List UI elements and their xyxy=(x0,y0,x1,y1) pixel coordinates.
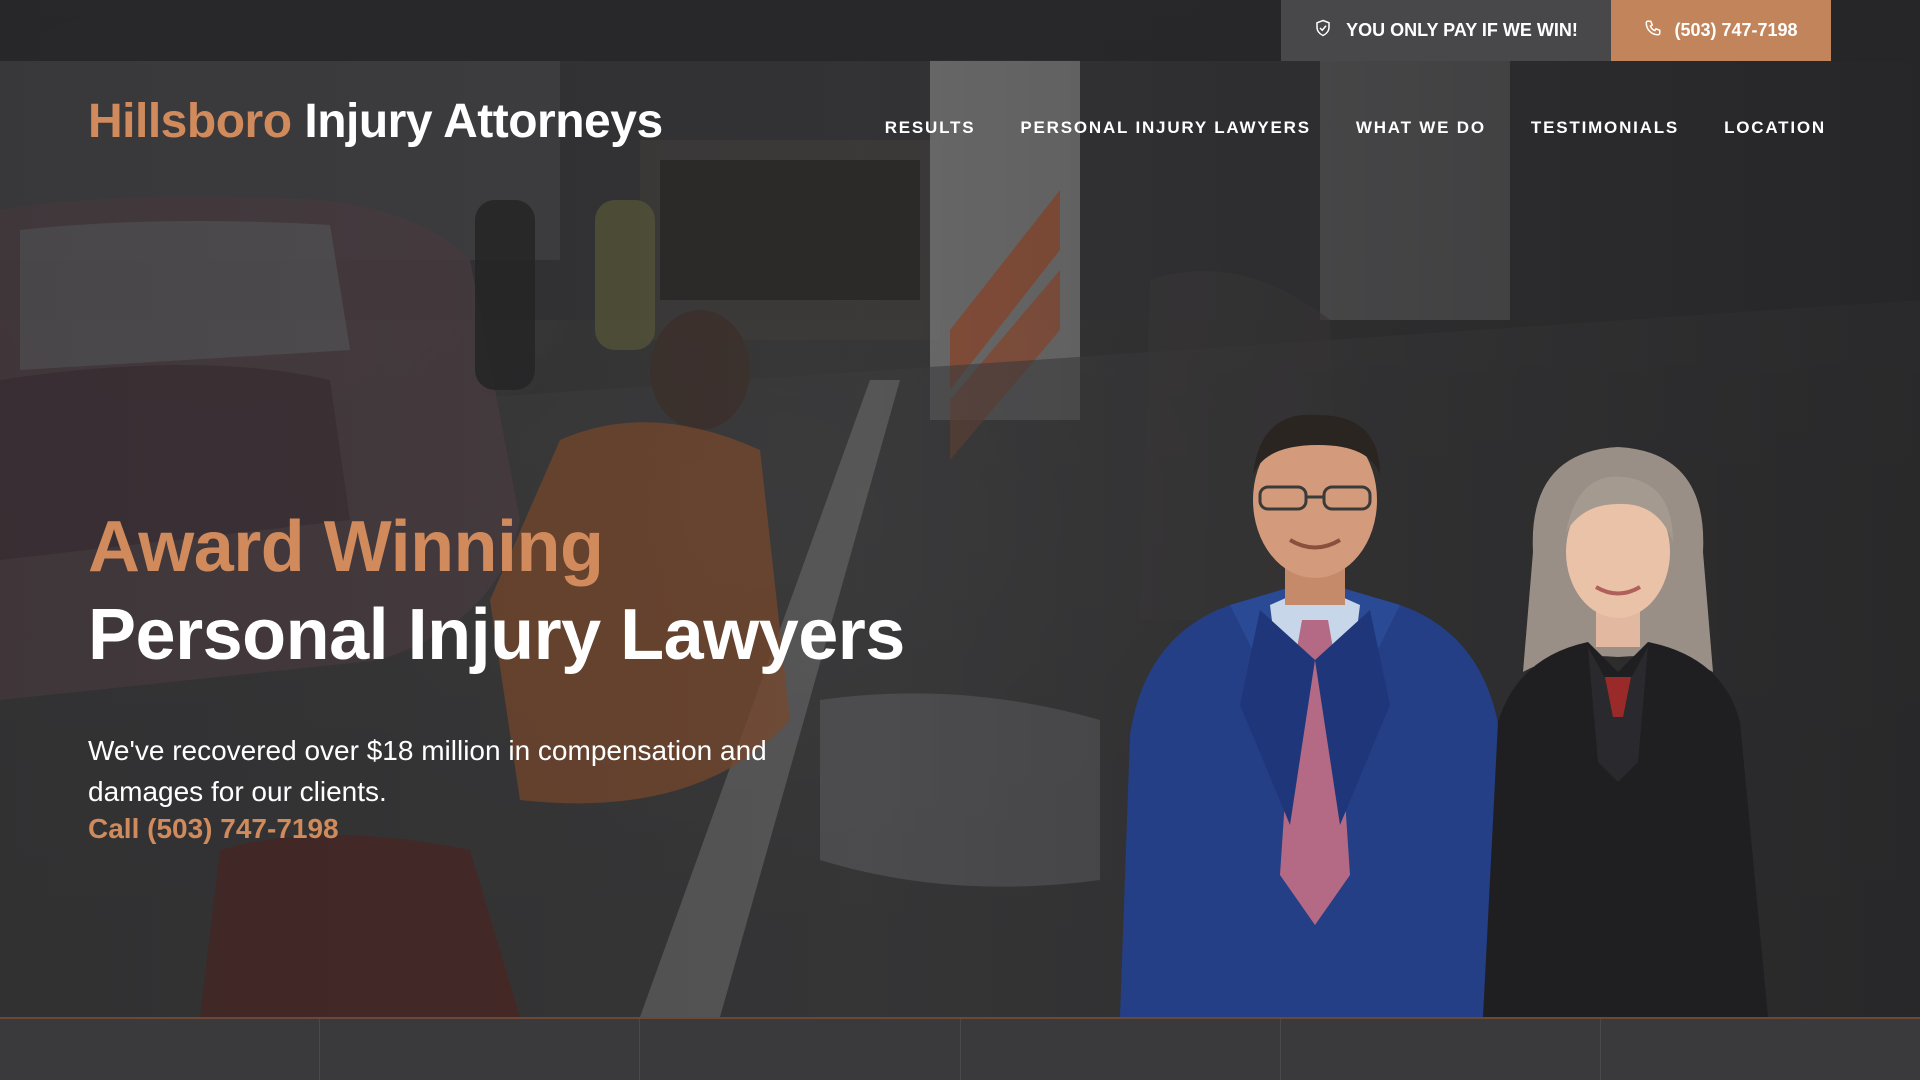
strip-cell xyxy=(0,1019,321,1080)
hero-subtext: We've recovered over $18 million in comp… xyxy=(88,735,767,807)
hero-headline-main: Personal Injury Lawyers xyxy=(88,595,905,675)
bottom-section-strip xyxy=(0,1017,1920,1080)
strip-cell xyxy=(961,1019,1281,1080)
strip-cell xyxy=(640,1019,961,1080)
nav-item-location[interactable]: LOCATION xyxy=(1724,118,1826,138)
pay-if-win-banner: YOU ONLY PAY IF WE WIN! xyxy=(1281,0,1611,61)
nav-item-testimonials[interactable]: TESTIMONIALS xyxy=(1531,118,1679,138)
page: YOU ONLY PAY IF WE WIN! (503) 747-7198 H… xyxy=(0,0,1920,1080)
phone-icon xyxy=(1644,19,1662,42)
hero-headline-accent: Award Winning xyxy=(88,507,604,587)
top-phone-button[interactable]: (503) 747-7198 xyxy=(1611,0,1831,61)
hero-call-link[interactable]: Call (503) 747-7198 xyxy=(88,813,339,845)
pay-if-win-text: YOU ONLY PAY IF WE WIN! xyxy=(1346,20,1578,40)
nav-item-results[interactable]: RESULTS xyxy=(885,118,976,138)
nav-item-what-we-do[interactable]: WHAT WE DO xyxy=(1356,118,1486,138)
top-phone-number: (503) 747-7198 xyxy=(1674,20,1798,40)
strip-cell xyxy=(1601,1019,1920,1080)
shield-check-icon xyxy=(1314,19,1332,42)
attorney-photo-woman xyxy=(1483,447,1768,1017)
strip-cell xyxy=(1281,1019,1601,1080)
logo-text-main: Injury Attorneys xyxy=(304,95,663,148)
main-navigation: RESULTS PERSONAL INJURY LAWYERS WHAT WE … xyxy=(885,118,1826,138)
attorney-photo-man xyxy=(1120,414,1515,1017)
site-logo[interactable]: Hillsboro Injury Attorneys xyxy=(88,94,663,149)
strip-cell xyxy=(320,1019,641,1080)
nav-item-personal-injury-lawyers[interactable]: PERSONAL INJURY LAWYERS xyxy=(1020,118,1310,138)
logo-text-accent: Hillsboro xyxy=(88,95,292,148)
